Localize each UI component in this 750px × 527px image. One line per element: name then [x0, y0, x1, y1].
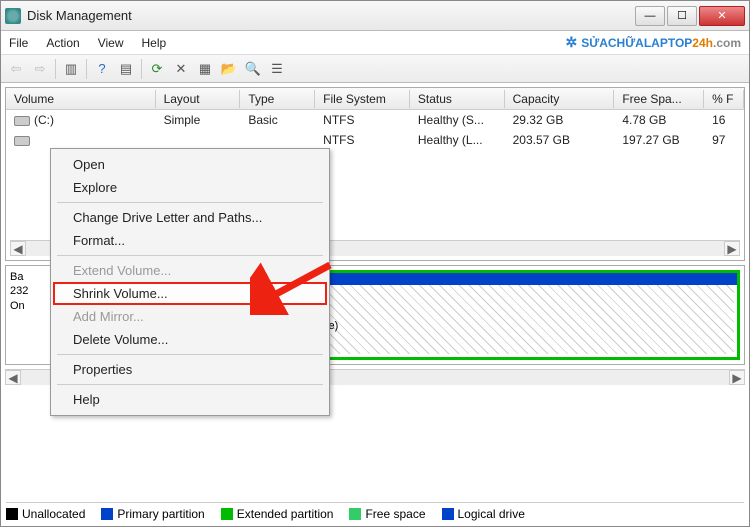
volume-list-header: Volume Layout Type File System Status Ca… [6, 88, 744, 110]
cell-type [240, 138, 315, 142]
legend: Unallocated Primary partition Extended p… [6, 502, 744, 521]
drive-icon [14, 136, 30, 146]
back-button[interactable]: ⇦ [5, 58, 27, 80]
forward-button[interactable]: ⇨ [29, 58, 51, 80]
col-capacity[interactable]: Capacity [505, 90, 615, 108]
ctx-properties[interactable]: Properties [53, 358, 327, 381]
ctx-change-drive-letter[interactable]: Change Drive Letter and Paths... [53, 206, 327, 229]
col-status[interactable]: Status [410, 90, 505, 108]
scroll-right-icon[interactable]: ▶ [724, 241, 740, 256]
cell-layout: Simple [156, 111, 241, 129]
cell-type: Basic [240, 111, 315, 129]
gear-icon: ✲ [566, 34, 578, 51]
legend-extended: Extended partition [221, 507, 334, 521]
legend-primary: Primary partition [101, 507, 204, 521]
col-type[interactable]: Type [240, 90, 315, 108]
delete-icon[interactable]: ✕ [170, 58, 192, 80]
cell-status: Healthy (S... [410, 111, 505, 129]
cell-fs: NTFS [315, 111, 410, 129]
properties-icon[interactable]: ▤ [115, 58, 137, 80]
help-icon[interactable]: ? [91, 58, 113, 80]
table-row[interactable]: NTFS Healthy (L... 203.57 GB 197.27 GB 9… [6, 130, 744, 150]
titlebar: Disk Management — ☐ ✕ [1, 1, 749, 31]
cell-volume: (C:) [34, 113, 54, 127]
drive-icon [14, 116, 30, 126]
col-filesystem[interactable]: File System [315, 90, 410, 108]
scroll-left-icon[interactable]: ◀ [5, 370, 21, 385]
ctx-shrink-volume[interactable]: Shrink Volume... [53, 282, 327, 305]
close-button[interactable]: ✕ [699, 6, 745, 26]
legend-logical: Logical drive [442, 507, 525, 521]
list-icon[interactable]: ☰ [266, 58, 288, 80]
table-row[interactable]: (C:) Simple Basic NTFS Healthy (S... 29.… [6, 110, 744, 130]
cell-percent: 97 [704, 131, 744, 149]
menu-action[interactable]: Action [46, 36, 79, 50]
ctx-delete-volume[interactable]: Delete Volume... [53, 328, 327, 351]
legend-free: Free space [349, 507, 425, 521]
col-percent[interactable]: % F [704, 90, 744, 108]
open-icon[interactable]: 📂 [218, 58, 240, 80]
settings-icon[interactable]: ▦ [194, 58, 216, 80]
col-volume[interactable]: Volume [6, 90, 156, 108]
menu-view[interactable]: View [98, 36, 124, 50]
ctx-format[interactable]: Format... [53, 229, 327, 252]
cell-capacity: 29.32 GB [505, 111, 615, 129]
ctx-help[interactable]: Help [53, 388, 327, 411]
ctx-extend-volume: Extend Volume... [53, 259, 327, 282]
cell-capacity: 203.57 GB [505, 131, 615, 149]
cell-layout [156, 138, 241, 142]
ctx-open[interactable]: Open [53, 153, 327, 176]
watermark-logo: ✲ SỬACHỮALAPTOP24h.com [566, 34, 741, 51]
minimize-button[interactable]: — [635, 6, 665, 26]
scroll-right-icon[interactable]: ▶ [729, 370, 745, 385]
toolbar: ⇦ ⇨ ▥ ? ▤ ⟳ ✕ ▦ 📂 🔍 ☰ [1, 55, 749, 83]
menu-file[interactable]: File [9, 36, 28, 50]
legend-unallocated: Unallocated [6, 507, 85, 521]
find-icon[interactable]: 🔍 [242, 58, 264, 80]
cell-fs: NTFS [315, 131, 410, 149]
menu-help[interactable]: Help [142, 36, 167, 50]
maximize-button[interactable]: ☐ [667, 6, 697, 26]
col-layout[interactable]: Layout [156, 90, 241, 108]
show-hide-tree-icon[interactable]: ▥ [60, 58, 82, 80]
cell-free: 197.27 GB [614, 131, 704, 149]
app-icon [5, 8, 21, 24]
col-free[interactable]: Free Spa... [614, 90, 704, 108]
scroll-left-icon[interactable]: ◀ [10, 241, 26, 256]
cell-free: 4.78 GB [614, 111, 704, 129]
refresh-icon[interactable]: ⟳ [146, 58, 168, 80]
window-title: Disk Management [27, 8, 633, 23]
cell-percent: 16 [704, 111, 744, 129]
cell-status: Healthy (L... [410, 131, 505, 149]
ctx-explore[interactable]: Explore [53, 176, 327, 199]
context-menu: Open Explore Change Drive Letter and Pat… [50, 148, 330, 416]
menubar: File Action View Help ✲ SỬACHỮALAPTOP24h… [1, 31, 749, 55]
ctx-add-mirror: Add Mirror... [53, 305, 327, 328]
